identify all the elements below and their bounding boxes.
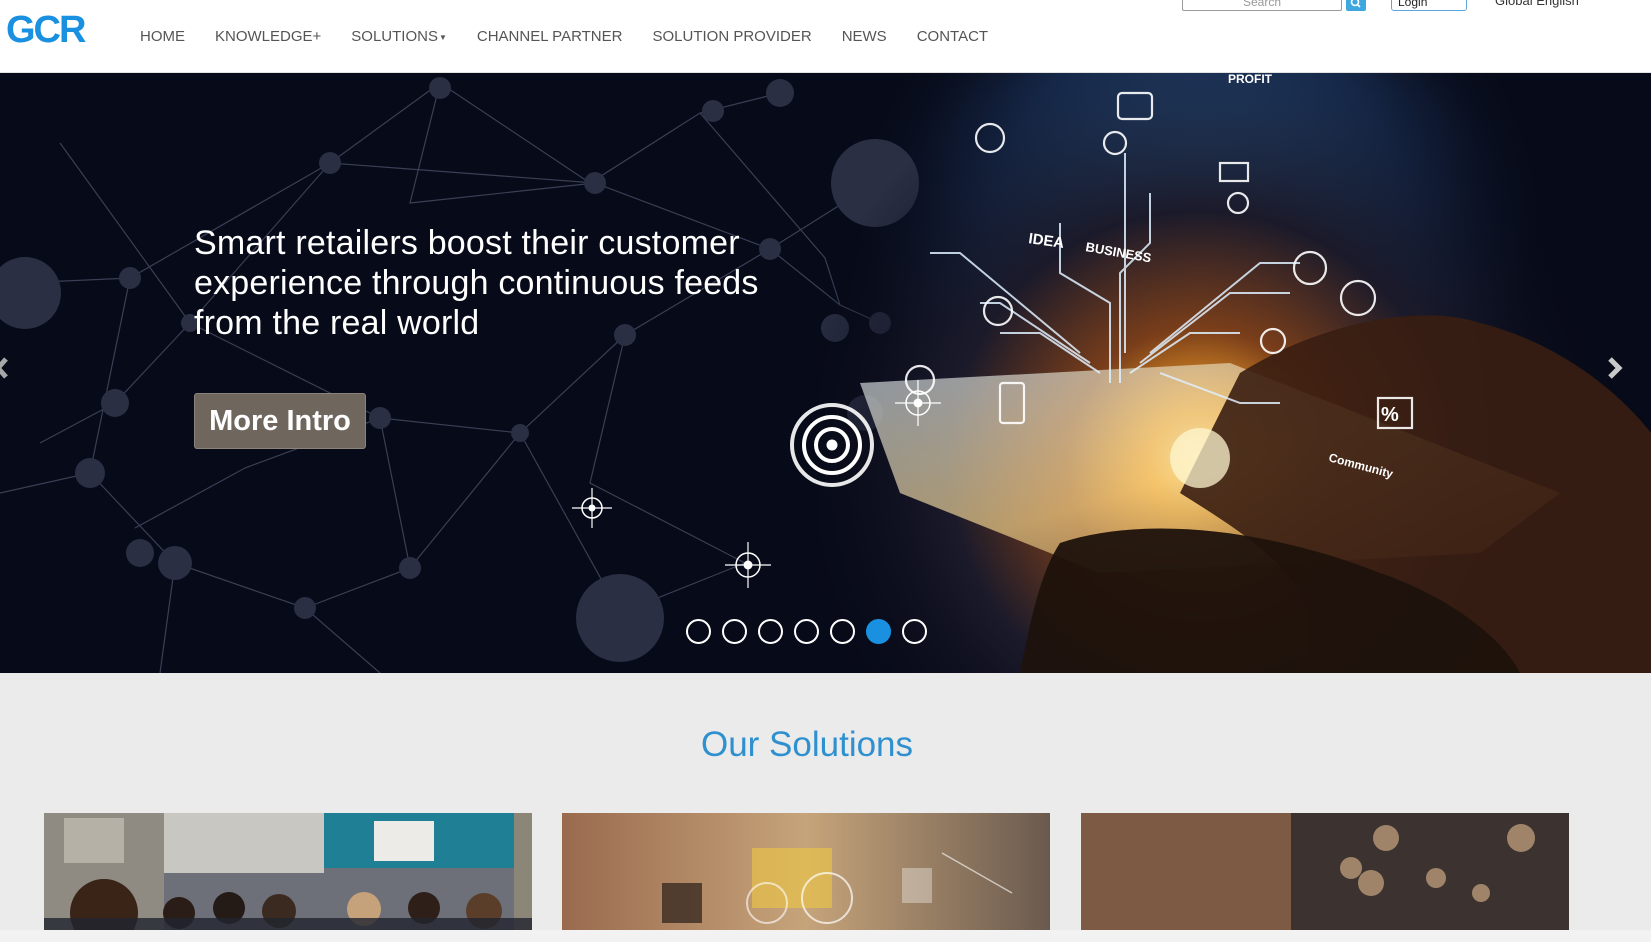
page-bottom-strip: [0, 930, 1651, 942]
nav-solution-provider[interactable]: SOLUTION PROVIDER: [652, 28, 811, 45]
language-selector[interactable]: Global English: [1495, 0, 1579, 8]
search-input[interactable]: Search: [1182, 0, 1342, 11]
carousel-dot-1[interactable]: [686, 619, 711, 644]
carousel-dot-6[interactable]: [866, 619, 891, 644]
search-button[interactable]: [1346, 0, 1366, 11]
nav-channel-partner[interactable]: CHANNEL PARTNER: [477, 28, 623, 45]
carousel-dot-3[interactable]: [758, 619, 783, 644]
carousel-dot-4[interactable]: [794, 619, 819, 644]
svg-text:PROFIT: PROFIT: [1228, 73, 1273, 86]
carousel-dot-5[interactable]: [830, 619, 855, 644]
classroom-photo: [44, 813, 532, 930]
retail-bokeh-photo: [1081, 813, 1569, 930]
nav-home[interactable]: HOME: [140, 28, 185, 45]
site-header: GCR HOME KNOWLEDGE+ SOLUTIONS▼ CHANNEL P…: [0, 0, 1651, 73]
carousel-indicators: [686, 619, 938, 644]
nav-solutions[interactable]: SOLUTIONS▼: [351, 28, 447, 45]
login-button[interactable]: Login: [1391, 0, 1467, 11]
hero-headline: Smart retailers boost their customer exp…: [194, 224, 759, 342]
chevron-left-icon[interactable]: [0, 353, 12, 383]
nav-news[interactable]: NEWS: [842, 28, 887, 45]
solution-card-analytics[interactable]: [562, 813, 1050, 930]
svg-text:GCR: GCR: [6, 12, 86, 46]
solution-card-classroom[interactable]: [44, 813, 532, 930]
search-icon: [1350, 0, 1361, 8]
nav-knowledge[interactable]: KNOWLEDGE+: [215, 28, 321, 45]
nav-contact[interactable]: CONTACT: [917, 28, 988, 45]
carousel-dot-2[interactable]: [722, 619, 747, 644]
hero-background-illustration: IDEA BUSINESS PROFIT Community %: [0, 73, 1651, 673]
more-intro-button[interactable]: More Intro: [194, 393, 366, 449]
solutions-section: Our Solutions: [0, 673, 1651, 942]
business-analytics-photo: [562, 813, 1050, 930]
solution-card-retail[interactable]: [1081, 813, 1569, 930]
svg-text:%: %: [1381, 404, 1399, 426]
chevron-right-icon[interactable]: [1604, 353, 1626, 383]
carousel-dot-7[interactable]: [902, 619, 927, 644]
gcr-logo[interactable]: GCR: [6, 12, 104, 46]
caret-down-icon: ▼: [438, 32, 447, 42]
main-nav: HOME KNOWLEDGE+ SOLUTIONS▼ CHANNEL PARTN…: [140, 28, 1018, 45]
section-title: Our Solutions: [700, 725, 914, 764]
hero-carousel: IDEA BUSINESS PROFIT Community % Smart r…: [0, 73, 1651, 673]
